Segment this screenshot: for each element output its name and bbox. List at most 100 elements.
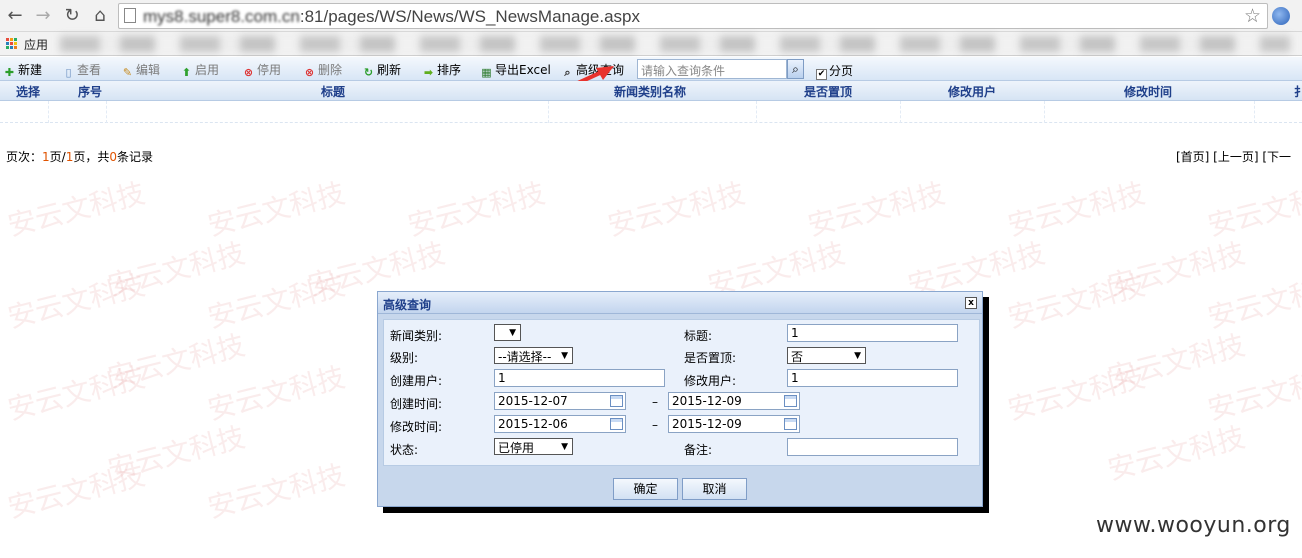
edit-button[interactable]: ✎ 编辑 <box>121 61 161 79</box>
grid-header: 选择 序号 标题 新闻类别名称 是否置顶 修改用户 修改时间 扌 <box>0 81 1302 101</box>
range-separator: – <box>652 418 658 432</box>
modifier-input[interactable]: 1 <box>787 369 958 387</box>
paging-label: 分页 <box>829 64 854 78</box>
disable-button[interactable]: ⊗ 停用 <box>242 61 282 79</box>
watermark: 安云文科技 <box>204 268 349 335</box>
plus-icon: ✚ <box>4 66 15 79</box>
page-icon <box>124 8 136 23</box>
watermark: 安云文科技 <box>4 268 149 335</box>
forward-icon[interactable]: → <box>32 5 54 27</box>
pager-nav[interactable]: [首页] [上一页] [下一 <box>1176 148 1291 165</box>
globe-icon[interactable] <box>1272 7 1290 25</box>
up-arrow-icon: ⬆ <box>181 66 192 79</box>
watermark: 安云文科技 <box>4 360 149 427</box>
column-separator <box>106 101 107 123</box>
excel-icon: ▦ <box>481 66 492 79</box>
reload-icon[interactable]: ↻ <box>61 5 83 27</box>
watermark: 安云文科技 <box>1204 176 1302 243</box>
watermark: 安云文科技 <box>1104 236 1249 303</box>
grid-empty-row <box>0 101 1302 123</box>
watermark: 安云文科技 <box>4 458 149 525</box>
is-top-select[interactable]: 否 ▼ <box>787 347 866 364</box>
range-separator: – <box>652 395 658 409</box>
watermark: 安云文科技 <box>104 328 249 395</box>
level-select[interactable]: --请选择-- ▼ <box>494 347 573 364</box>
level-label: 级别: <box>390 351 419 365</box>
enable-label: 启用 <box>195 63 220 77</box>
calendar-icon[interactable] <box>610 418 623 430</box>
cancel-button[interactable]: 取消 <box>682 478 747 500</box>
modifier-label: 修改用户: <box>684 374 737 388</box>
created-from-value: 2015-12-07 <box>498 394 568 408</box>
creator-input[interactable]: 1 <box>494 369 665 387</box>
search-input[interactable]: 请输入查询条件 <box>637 59 787 79</box>
delete-icon: ⊗ <box>304 66 315 79</box>
created-from-input[interactable]: 2015-12-07 <box>494 392 626 410</box>
modified-to-input[interactable]: 2015-12-09 <box>668 415 800 433</box>
bookmarks-bar: 应用 <box>0 32 1302 56</box>
apps-label[interactable]: 应用 <box>24 36 48 53</box>
calendar-icon[interactable] <box>784 395 797 407</box>
calendar-icon[interactable] <box>610 395 623 407</box>
is-top-value: 否 <box>791 350 804 364</box>
col-truncated[interactable]: 扌 <box>1294 83 1302 100</box>
close-icon[interactable]: x <box>965 297 977 309</box>
document-icon: ▯ <box>65 66 72 79</box>
modified-from-input[interactable]: 2015-12-06 <box>494 415 626 433</box>
modified-from-value: 2015-12-06 <box>498 417 568 431</box>
calendar-icon[interactable] <box>784 418 797 430</box>
status-label: 状态: <box>390 443 419 457</box>
pager-current: 1 <box>42 150 50 164</box>
title-input[interactable]: 1 <box>787 324 958 342</box>
col-title[interactable]: 标题 <box>321 83 345 100</box>
remark-label: 备注: <box>684 443 713 457</box>
url-text: mys8.super8.com.cn:81/pages/WS/News/WS_N… <box>143 7 640 27</box>
sort-label: 排序 <box>437 63 462 77</box>
status-value: 已停用 <box>498 441 535 455</box>
col-modifier[interactable]: 修改用户 <box>948 83 996 100</box>
edit-label: 编辑 <box>136 63 161 77</box>
remark-input[interactable] <box>787 438 958 456</box>
refresh-button[interactable]: ↻ 刷新 <box>362 61 401 79</box>
column-separator <box>1044 101 1045 123</box>
category-select[interactable]: ▼ <box>494 324 521 341</box>
watermark: 安云文科技 <box>204 360 349 427</box>
checkbox-icon[interactable]: ✔ <box>816 69 827 80</box>
column-separator <box>900 101 901 123</box>
disable-label: 停用 <box>257 63 282 77</box>
watermark: 安云文科技 <box>204 176 349 243</box>
view-label: 查看 <box>77 63 102 77</box>
col-select[interactable]: 选择 <box>16 83 40 100</box>
level-value: --请选择-- <box>498 350 552 364</box>
url-field[interactable]: mys8.super8.com.cn:81/pages/WS/News/WS_N… <box>118 3 1268 29</box>
col-category[interactable]: 新闻类别名称 <box>614 83 686 100</box>
chevron-down-icon: ▼ <box>561 442 568 452</box>
watermark: 安云文科技 <box>104 420 249 487</box>
watermark: 安云文科技 <box>1204 268 1302 335</box>
watermark: 安云文科技 <box>104 236 249 303</box>
col-is-top[interactable]: 是否置顶 <box>804 83 852 100</box>
paging-checkbox[interactable]: ✔ 分页 <box>816 62 853 80</box>
status-select[interactable]: 已停用 ▼ <box>494 438 573 455</box>
created-to-input[interactable]: 2015-12-09 <box>668 392 800 410</box>
watermark: 安云文科技 <box>1104 328 1249 395</box>
dialog-title: 高级查询 <box>383 298 432 312</box>
new-button[interactable]: ✚ 新建 <box>3 61 43 79</box>
column-separator <box>1254 101 1255 123</box>
col-index[interactable]: 序号 <box>78 83 102 100</box>
confirm-button[interactable]: 确定 <box>613 478 678 500</box>
search-icon[interactable]: ⌕ <box>787 59 804 79</box>
bookmark-star-icon[interactable]: ☆ <box>1244 5 1261 27</box>
enable-button[interactable]: ⬆ 启用 <box>180 61 220 79</box>
created-time-label: 创建时间: <box>390 397 443 411</box>
apps-grid-icon[interactable] <box>6 38 18 50</box>
view-button[interactable]: ▯ 查看 <box>62 61 102 79</box>
modified-to-value: 2015-12-09 <box>672 417 742 431</box>
back-icon[interactable]: ← <box>4 5 26 27</box>
new-label: 新建 <box>18 63 43 77</box>
dialog-titlebar[interactable]: 高级查询 x <box>378 292 982 314</box>
home-icon[interactable]: ⌂ <box>89 5 111 27</box>
delete-button[interactable]: ⊗ 删除 <box>303 61 342 79</box>
sort-button[interactable]: ➡ 排序 <box>422 61 462 79</box>
col-modify-time[interactable]: 修改时间 <box>1124 83 1172 100</box>
